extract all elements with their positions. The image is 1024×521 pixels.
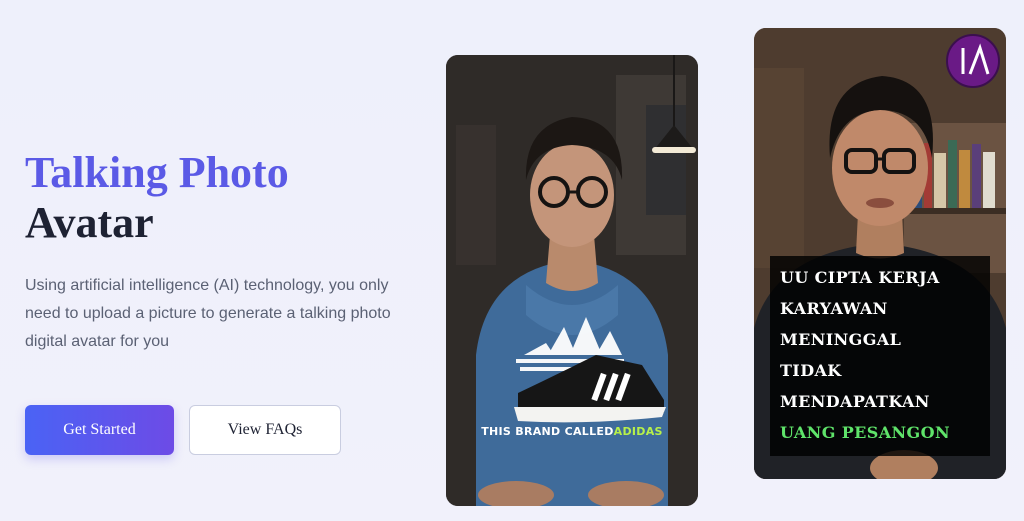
adidas-caption: THIS BRAND CALLEDADIDAS <box>446 425 698 438</box>
adidas-caption-highlight: ADIDAS <box>613 425 663 438</box>
caption-line-3: TIDAK MENDAPATKAN <box>780 361 930 411</box>
hero-title-accent: Talking Photo <box>25 148 289 197</box>
view-faqs-button[interactable]: View FAQs <box>189 405 341 455</box>
hero-description: Using artificial intelligence (AI) techn… <box>25 277 391 350</box>
la-logo-icon <box>946 34 1000 88</box>
demo-video-card-adidas[interactable]: THIS BRAND CALLEDADIDAS <box>446 55 698 506</box>
hero-title-dark: Avatar <box>25 198 154 247</box>
hero-title: Talking Photo Avatar <box>25 148 289 248</box>
caption-highlight: UANG PESANGON <box>780 423 950 442</box>
get-started-button[interactable]: Get Started <box>25 405 174 455</box>
caption-line-1: UU CIPTA KERJA <box>780 268 940 287</box>
adidas-caption-prefix: THIS BRAND CALLED <box>481 425 614 438</box>
demo-video-card-pesangon[interactable]: UU CIPTA KERJA KARYAWAN MENINGGAL TIDAK … <box>754 28 1006 479</box>
adidas-avatar-illustration <box>446 55 698 506</box>
caption-line-2: KARYAWAN MENINGGAL <box>780 299 902 349</box>
pesangon-caption: UU CIPTA KERJA KARYAWAN MENINGGAL TIDAK … <box>770 256 990 456</box>
